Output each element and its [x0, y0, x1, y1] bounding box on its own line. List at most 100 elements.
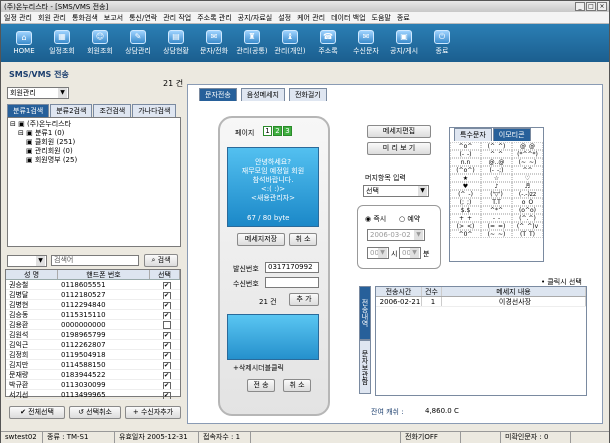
emoticon[interactable]: (o^o)	[512, 206, 543, 214]
emoticon[interactable]: -_-	[481, 214, 512, 222]
emoticon[interactable]: (-_-;)	[481, 166, 512, 174]
cancel-send-button[interactable]: 취 소	[283, 379, 311, 392]
left-tab[interactable]: 분류1검색	[7, 104, 50, 117]
tree-node[interactable]: ▣ 회원명부 (25)	[10, 156, 178, 165]
tree-node[interactable]: ⊟ ▣ (주)온누리스타	[10, 120, 178, 129]
toolbar-button[interactable]: ▣ 공지/게시	[385, 24, 423, 62]
col-content[interactable]: 메세지 내용	[442, 287, 586, 296]
date-select[interactable]: 2006-03-02	[367, 229, 425, 241]
select-checkbox[interactable]: ✔	[162, 392, 171, 399]
emoticon[interactable]: (T_T)	[512, 230, 543, 238]
left-tab[interactable]: 가나다검색	[132, 104, 177, 117]
page-button[interactable]: 1	[263, 126, 272, 136]
preview-button[interactable]: 미 리 보 기	[367, 142, 431, 155]
emoticon[interactable]: ♪	[481, 182, 512, 190]
select-checkbox[interactable]: ✔	[162, 372, 171, 379]
cell-select[interactable]: ✔	[150, 300, 180, 309]
emoticon[interactable]: (=_=)	[481, 222, 512, 230]
toolbar-button[interactable]: ✉ 문자/전화	[195, 24, 233, 62]
emoticon[interactable]: @_@	[512, 142, 543, 150]
emoticon[interactable]: (-.-)zz	[512, 190, 543, 198]
select-checkbox[interactable]: ✔	[162, 342, 171, 349]
emoticon[interactable]: T.T	[481, 198, 512, 206]
emoticon[interactable]: (>_<)	[450, 222, 481, 230]
emoticon[interactable]: (*^^*)	[512, 150, 543, 158]
cancel-message-button[interactable]: 취 소	[289, 233, 317, 246]
group-tree[interactable]: ⊟ ▣ (주)온누리스타 ⊟ ▣ 분류1 (0) ▣ 클회원 (251) ▣ 관리회원…	[7, 117, 181, 247]
table-row[interactable]: 김용환 0000000000	[6, 320, 180, 330]
toolbar-button[interactable]: ✎ 상담관리	[119, 24, 157, 62]
menu-item[interactable]: 통화검색	[72, 13, 98, 23]
select-checkbox[interactable]: ✔	[162, 362, 171, 369]
maximize-icon[interactable]: □	[586, 2, 596, 11]
save-message-button[interactable]: 메세지저장	[237, 233, 285, 246]
emoticon[interactable]: ♥	[450, 182, 481, 190]
cell-select[interactable]: ✔	[150, 350, 180, 359]
cell-select[interactable]: ✔	[150, 360, 180, 369]
col-count[interactable]: 건수	[422, 287, 442, 296]
emoticon[interactable]: ♬	[512, 182, 543, 190]
emoticon[interactable]: ★	[450, 174, 481, 182]
search-button[interactable]: ⌕ 검색	[144, 254, 178, 267]
menu-item[interactable]: 설정	[278, 13, 291, 23]
toolbar-button[interactable]: ⏻ 종료	[423, 24, 461, 62]
emoticon[interactable]: (^_-)	[450, 190, 481, 198]
emoticon[interactable]: ('▽')	[481, 190, 512, 198]
tree-node[interactable]: ▣ 클회원 (251)	[10, 138, 178, 147]
col-phone[interactable]: 핸드폰 번호	[58, 270, 150, 279]
tree-node[interactable]: ⊟ ▣ 분류1 (0)	[10, 129, 178, 138]
main-tab[interactable]: 음성메세지	[240, 88, 285, 101]
search-input[interactable]: 검색어	[51, 255, 139, 266]
minimize-icon[interactable]: _	[575, 2, 585, 11]
select-checkbox[interactable]: ✔	[162, 332, 171, 339]
sender-input[interactable]: 0317170992	[265, 262, 319, 273]
select-checkbox[interactable]: ✔	[162, 282, 171, 289]
menu-item[interactable]: 주소록 관리	[197, 13, 231, 23]
tree-node[interactable]: ▣ 관리회원 (0)	[10, 147, 178, 156]
deselect-button[interactable]: ↺ 선택취소	[69, 406, 121, 419]
main-tab[interactable]: 전화걸기	[288, 88, 327, 101]
emoticon[interactable]: n.n	[450, 158, 481, 166]
page-button[interactable]: 3	[283, 126, 292, 136]
cell-select[interactable]: ✔	[150, 280, 180, 289]
cell-select[interactable]: ✔	[150, 390, 180, 399]
table-row[interactable]: 김병달 0112180527 ✔	[6, 290, 180, 300]
table-row[interactable]: 김병현 0112294840 ✔	[6, 300, 180, 310]
emoticon[interactable]: ^o^	[450, 142, 481, 150]
spec-tab[interactable]: 특수문자	[454, 128, 492, 141]
side-tab[interactable]: 전송내역	[359, 286, 371, 340]
emoticon[interactable]: (;_;)	[450, 198, 481, 206]
emoticon[interactable]: (~_~)	[481, 230, 512, 238]
toolbar-button[interactable]: ♝ 관리(개인)	[271, 24, 309, 62]
emoticon[interactable]: o_O	[512, 198, 543, 206]
table-row[interactable]: 김원석 0198965799 ✔	[6, 330, 180, 340]
select-checkbox[interactable]: ✔	[162, 312, 171, 319]
side-tab[interactable]: 문자보관함	[359, 340, 371, 394]
table-row[interactable]: 문재량 0183944522 ✔	[6, 370, 180, 380]
send-button[interactable]: 전 송	[247, 379, 275, 392]
cell-select[interactable]: ✔	[150, 370, 180, 379]
emoticon[interactable]: ^0^	[450, 230, 481, 238]
menu-item[interactable]: 도움말	[372, 13, 391, 23]
emoticon[interactable]: (^_^)v	[512, 222, 543, 230]
radio-now[interactable]: ◉ 즉시	[365, 214, 386, 224]
emoticon[interactable]: @..@	[481, 158, 512, 166]
table-row[interactable]: 김정희 0119504918 ✔	[6, 350, 180, 360]
page-button[interactable]: 2	[273, 126, 282, 136]
table-row[interactable]: 박규환 0113030099 ✔	[6, 380, 180, 390]
cell-select[interactable]	[150, 320, 180, 329]
menu-item[interactable]: 데이터 백업	[331, 13, 365, 23]
left-tab[interactable]: 조건검색	[93, 104, 132, 117]
toolbar-button[interactable]: ☺ 회원조회	[81, 24, 119, 62]
recipient-list[interactable]	[227, 314, 319, 360]
table-row[interactable]: 권승철 0118605551 ✔	[6, 280, 180, 290]
close-icon[interactable]: ×	[597, 2, 607, 11]
emoticon[interactable]: ☆	[481, 174, 512, 182]
menu-item[interactable]: 공지/자료실	[238, 13, 273, 23]
select-checkbox[interactable]: ✔	[162, 382, 171, 389]
menu-item[interactable]: 관리 작업	[163, 13, 191, 23]
emoticon[interactable]: (-_-)	[450, 150, 481, 158]
emoticon[interactable]: (~_~)	[512, 158, 543, 166]
toolbar-button[interactable]: ▦ 일정조회	[43, 24, 81, 62]
search-type-select[interactable]	[7, 255, 47, 267]
